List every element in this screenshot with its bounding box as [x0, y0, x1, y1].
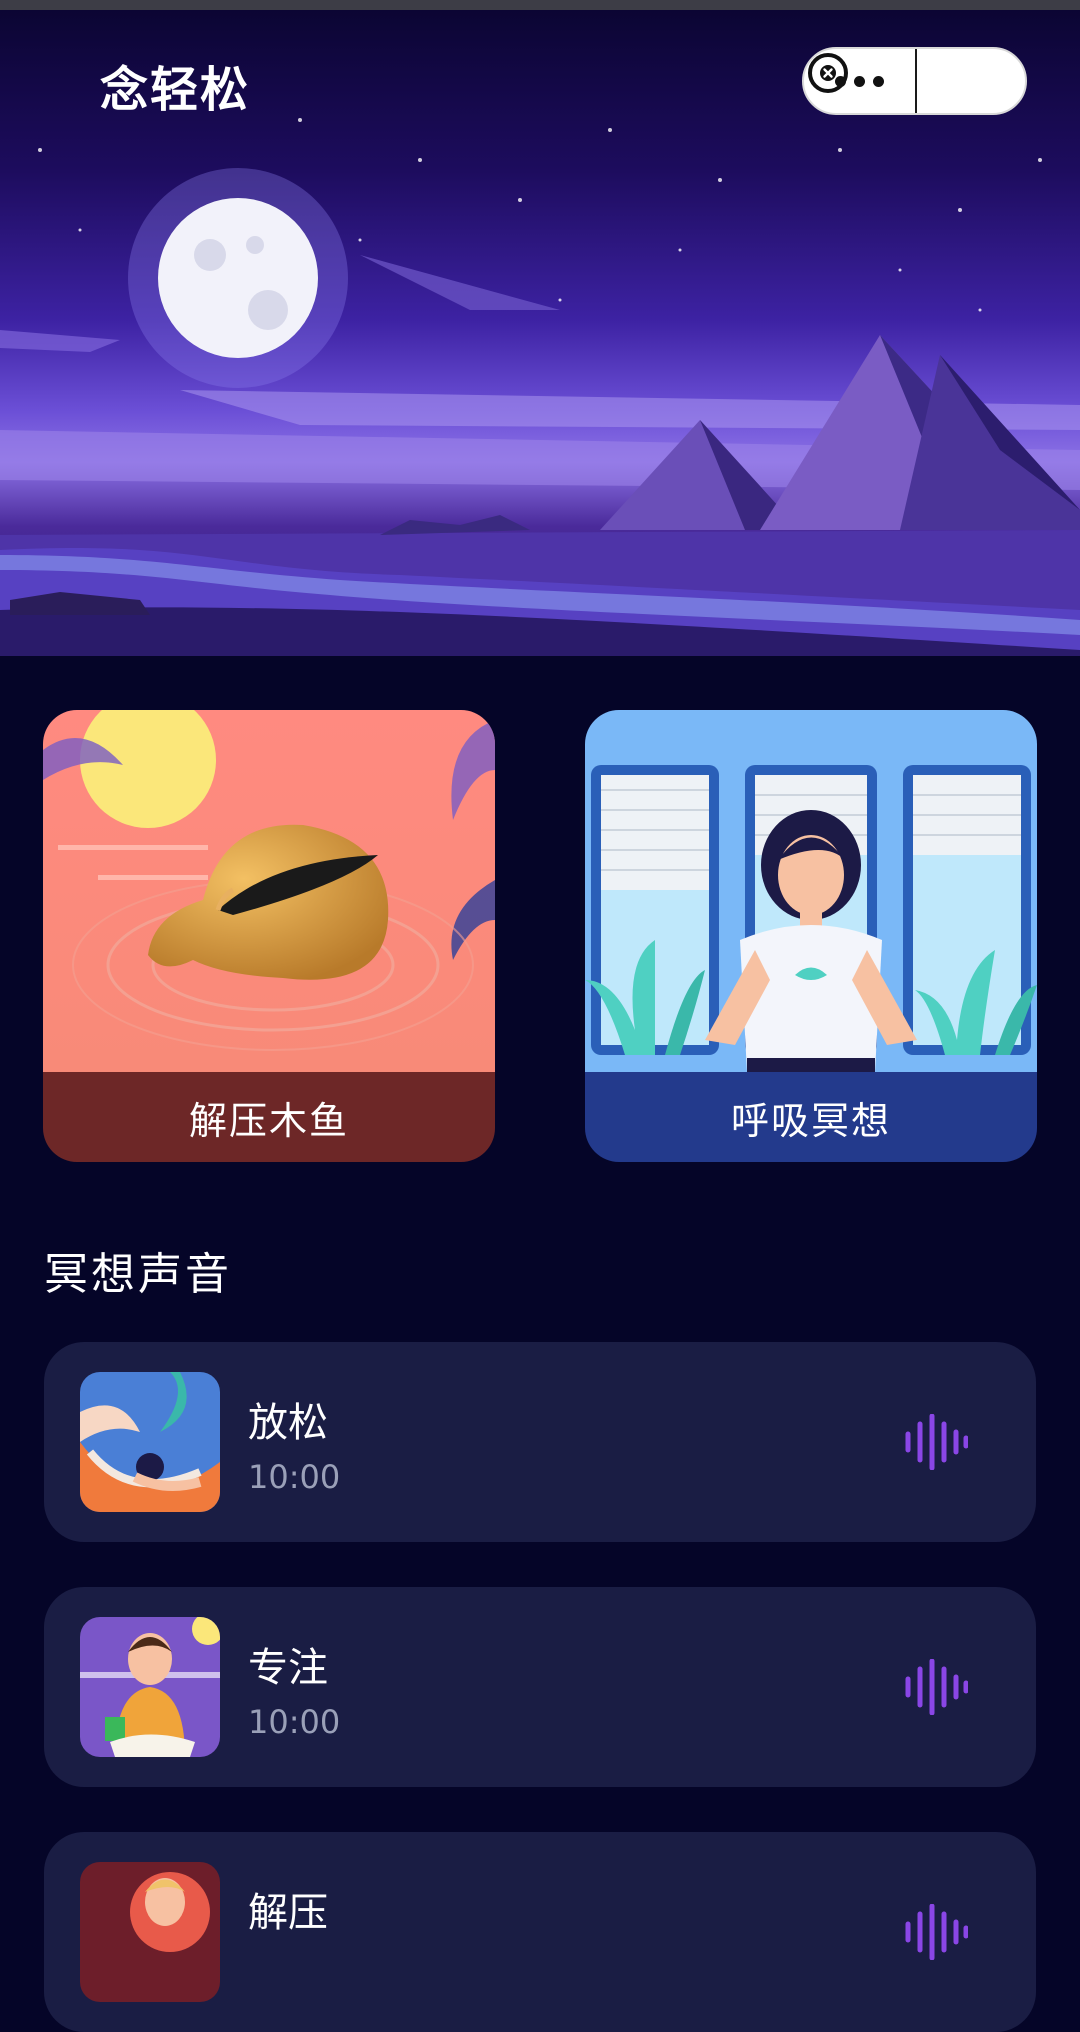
audio-wave-icon[interactable]: [904, 1659, 968, 1715]
section-title: 冥想声音: [44, 1249, 232, 1300]
sound-name: 放松: [248, 1400, 328, 1446]
sound-name: 解压: [248, 1890, 328, 1936]
mini-program-capsule: [802, 47, 1027, 115]
sound-thumbnail: [80, 1862, 220, 2002]
wooden-fish-label: 解压木鱼: [43, 1072, 495, 1162]
hero-banner: 念轻松: [0, 10, 1080, 656]
wooden-fish-illustration: [43, 710, 495, 1072]
breathing-meditation-label: 呼吸冥想: [585, 1072, 1037, 1162]
close-circle-icon: [808, 53, 848, 93]
focus-thumbnail-image: [80, 1617, 220, 1757]
sound-item-relax[interactable]: 放松 10:00: [44, 1342, 1036, 1542]
sound-item-stress-relief[interactable]: 解压: [44, 1832, 1036, 2032]
stress-relief-thumbnail-image: [80, 1862, 220, 2002]
status-strip: [0, 0, 1080, 10]
wooden-fish-card[interactable]: 解压木鱼: [43, 710, 495, 1162]
audio-wave-icon[interactable]: [904, 1414, 968, 1470]
meditation-illustration: [585, 710, 1037, 1072]
more-dot: [854, 75, 865, 87]
sound-thumbnail: [80, 1372, 220, 1512]
sound-thumbnail: [80, 1617, 220, 1757]
app-title: 念轻松: [100, 62, 251, 118]
sound-duration: 10:00: [248, 1703, 341, 1741]
sound-item-focus[interactable]: 专注 10:00: [44, 1587, 1036, 1787]
breathing-meditation-card[interactable]: 呼吸冥想: [585, 710, 1037, 1162]
close-button[interactable]: [808, 49, 1025, 113]
sound-name: 专注: [248, 1645, 328, 1691]
more-dot: [873, 75, 884, 87]
relax-thumbnail-image: [80, 1372, 220, 1512]
sound-duration: 10:00: [248, 1458, 341, 1496]
audio-wave-icon[interactable]: [904, 1904, 968, 1960]
